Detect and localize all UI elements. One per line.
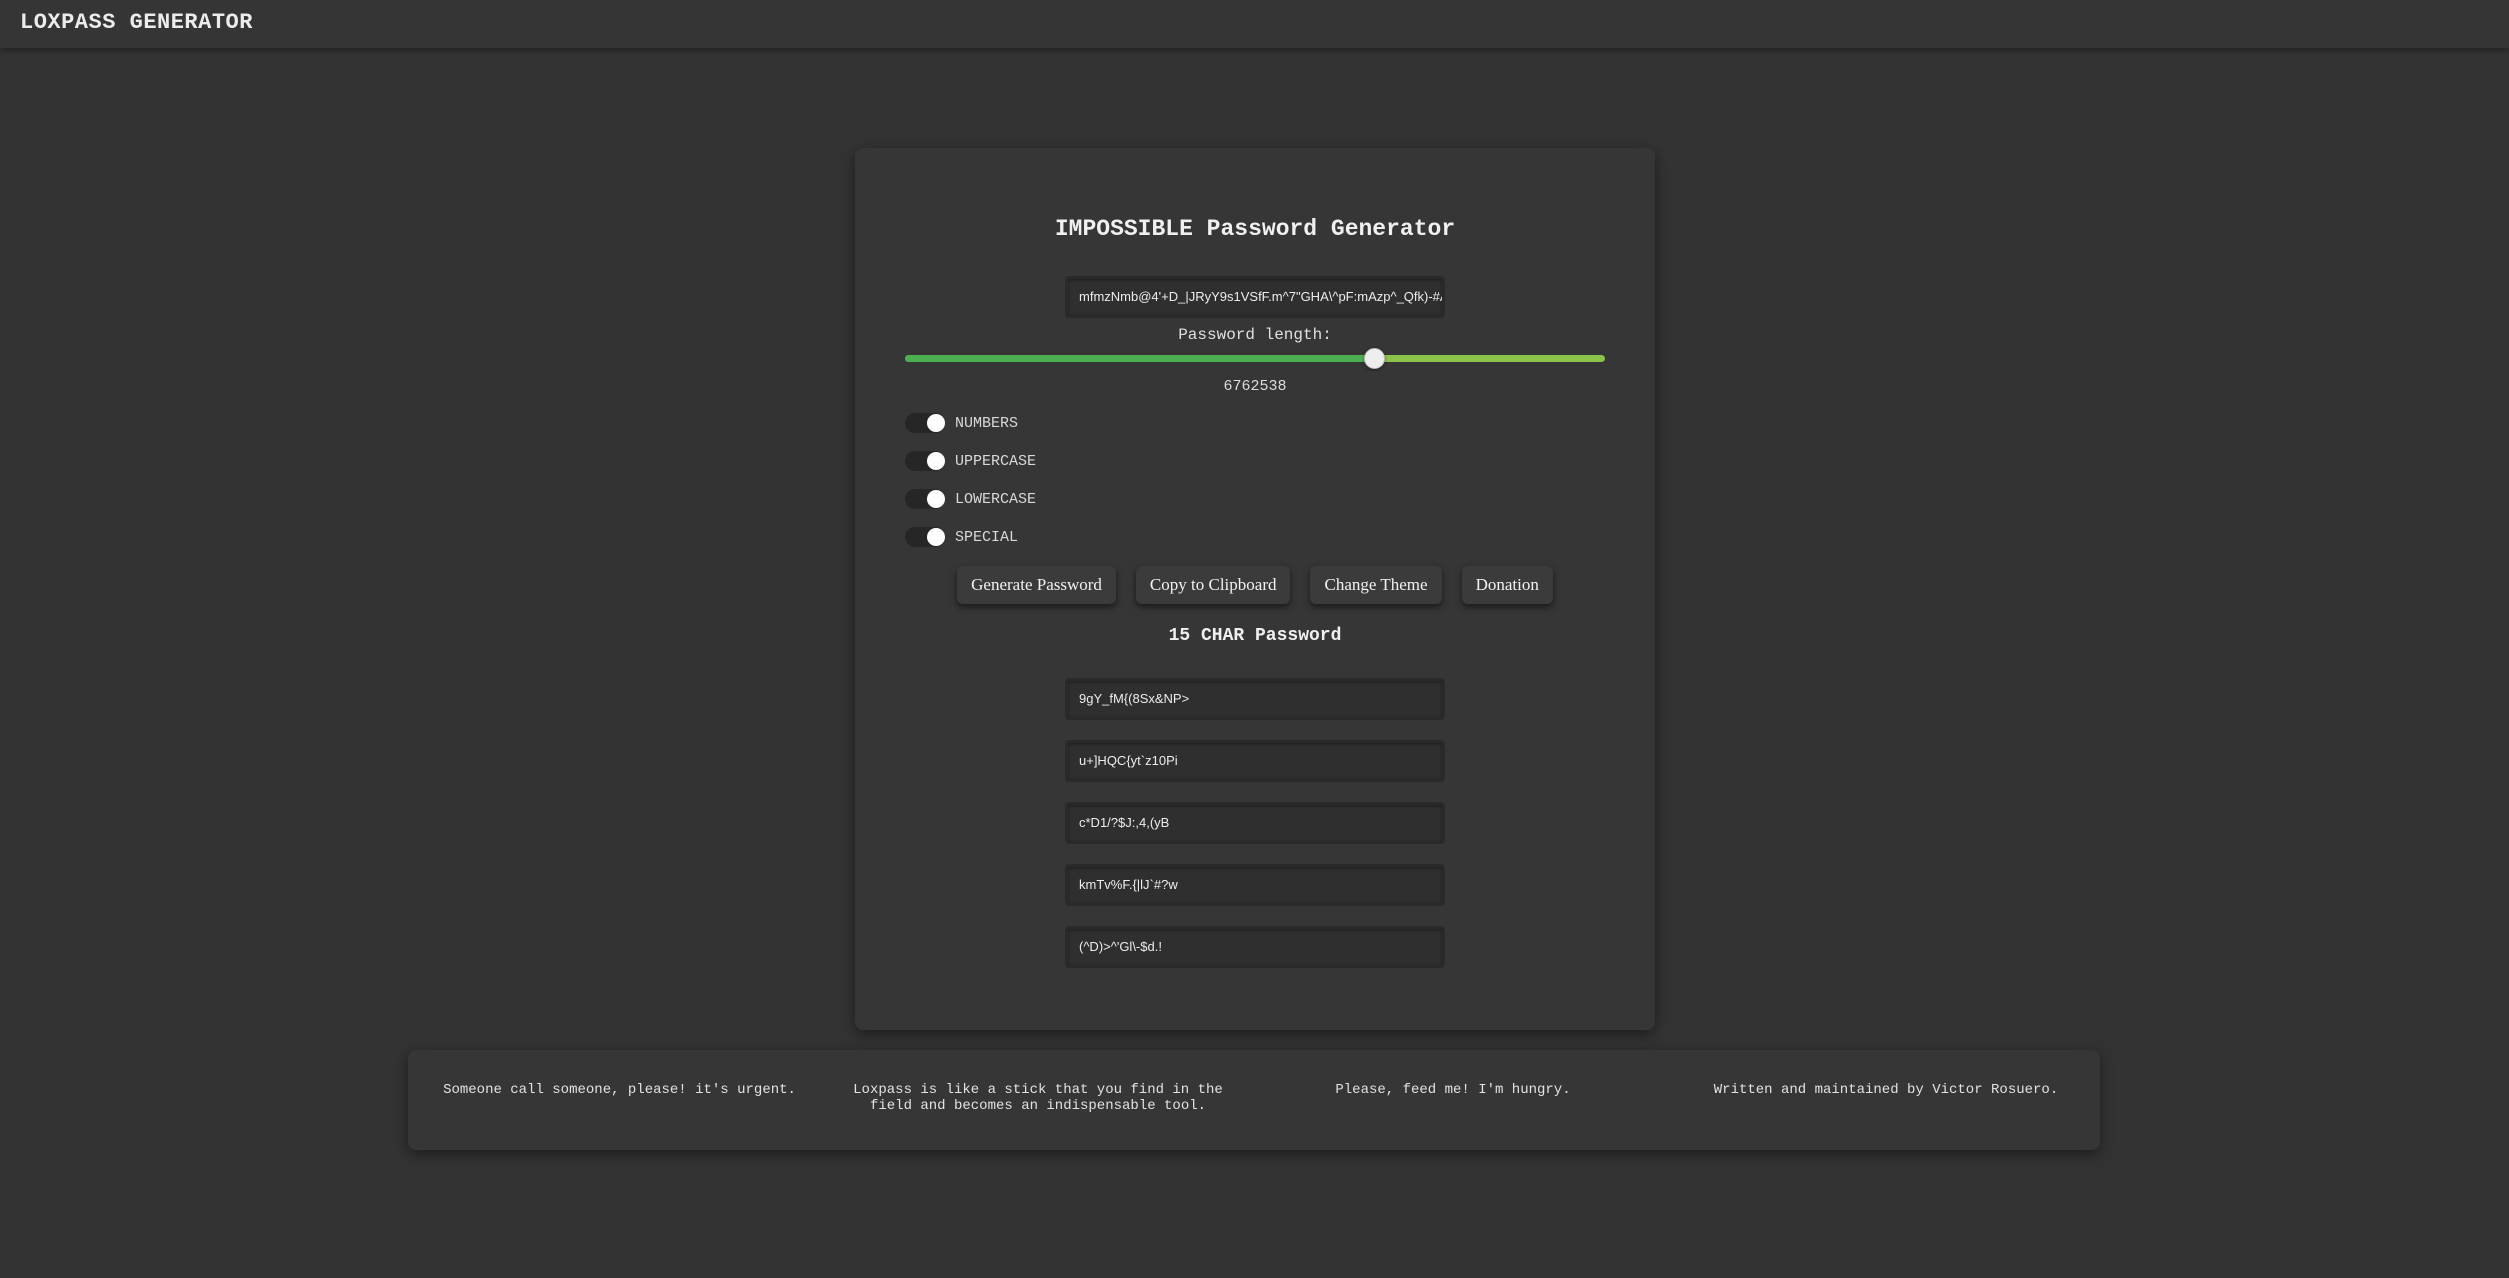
footer-text-author: Written and maintained by Victor Rosuero… — [1713, 1082, 2059, 1098]
fixed-password-field[interactable]: u+]HQC{yt`z10Pi — [1065, 740, 1445, 782]
option-lowercase[interactable]: LOWERCASE — [905, 488, 1036, 510]
footer-text-hungry: Please, feed me! I'm hungry. — [1335, 1082, 1571, 1098]
option-uppercase[interactable]: UPPERCASE — [905, 450, 1036, 472]
main-password-output[interactable]: mfmzNmb@4'+D_|JRyY9s1VSfF.m^7"GHA\^pF:mA… — [1065, 276, 1445, 318]
password-length-slider[interactable] — [905, 348, 1605, 369]
fixed-password-field[interactable]: 9gY_fM{(8Sx&NP> — [1065, 678, 1445, 720]
fixed-password-field[interactable]: (^D)>^'Gl\-$d.! — [1065, 926, 1445, 968]
footer: Someone call someone, please! it's urgen… — [408, 1050, 2100, 1150]
fixed-password-field[interactable]: c*D1/?$J:,4,(yB — [1065, 802, 1445, 844]
option-numbers[interactable]: NUMBERS — [905, 412, 1018, 434]
fixed-password-field[interactable]: kmTv%F.{|lJ`#?w — [1065, 864, 1445, 906]
special-toggle[interactable] — [905, 527, 945, 547]
copy-to-clipboard-button[interactable]: Copy to Clipboard — [1135, 566, 1291, 604]
password-length-label: Password length: — [1178, 326, 1332, 344]
top-navbar: LOXPASS GENERATOR — [0, 0, 2509, 48]
footer-text-about: Loxpass is like a stick that you find in… — [838, 1082, 1238, 1114]
footer-about-line-2: field and becomes an indispensable tool. — [869, 1098, 1207, 1114]
footer-about-line-1: Loxpass is like a stick that you find in… — [853, 1082, 1223, 1098]
brand-logo-text[interactable]: LOXPASS GENERATOR — [20, 10, 253, 35]
footer-text-urgent: Someone call someone, please! it's urgen… — [443, 1082, 796, 1098]
change-theme-button[interactable]: Change Theme — [1310, 566, 1442, 604]
generator-card: IMPOSSIBLE Password Generator mfmzNmb@4'… — [855, 148, 1655, 1030]
toggle-knob — [927, 452, 945, 470]
numbers-label: NUMBERS — [955, 414, 1019, 432]
donation-button[interactable]: Donation — [1461, 566, 1553, 604]
lowercase-label: LOWERCASE — [955, 490, 1037, 508]
generator-title: IMPOSSIBLE Password Generator — [1054, 216, 1456, 242]
slider-filled-track — [905, 355, 1374, 362]
slider-thumb[interactable] — [1364, 348, 1385, 369]
uppercase-label: UPPERCASE — [955, 452, 1037, 470]
uppercase-toggle[interactable] — [905, 451, 945, 471]
lowercase-toggle[interactable] — [905, 489, 945, 509]
password-length-value: 6762538 — [1223, 378, 1287, 395]
toggle-knob — [927, 528, 945, 546]
generate-password-button[interactable]: Generate Password — [957, 566, 1116, 604]
action-buttons: Generate Password Copy to Clipboard Chan… — [855, 566, 1655, 604]
option-special[interactable]: SPECIAL — [905, 526, 1018, 548]
numbers-toggle[interactable] — [905, 413, 945, 433]
toggle-knob — [927, 414, 945, 432]
special-label: SPECIAL — [955, 528, 1019, 546]
fixed-length-title: 15 CHAR Password — [1168, 626, 1342, 646]
toggle-knob — [927, 490, 945, 508]
